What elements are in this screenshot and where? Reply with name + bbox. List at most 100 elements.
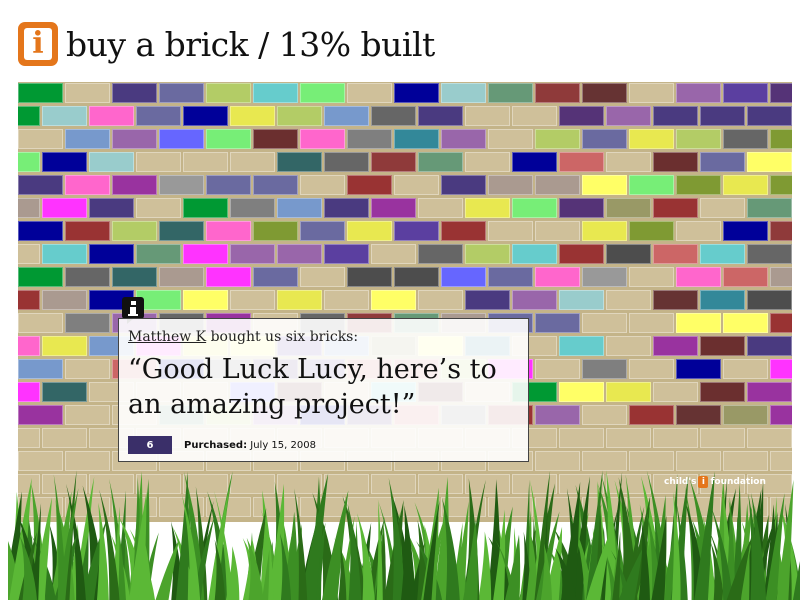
brick[interactable] [18, 175, 63, 195]
brick[interactable] [535, 359, 580, 379]
brick[interactable] [747, 382, 792, 402]
brick[interactable] [347, 83, 392, 103]
brick[interactable] [723, 83, 768, 103]
brick[interactable] [465, 290, 510, 310]
brick[interactable] [582, 129, 627, 149]
brick[interactable] [723, 221, 768, 241]
brick[interactable] [42, 244, 87, 264]
brick[interactable] [18, 313, 63, 333]
brick[interactable] [582, 175, 627, 195]
brick[interactable] [159, 175, 204, 195]
brick[interactable] [676, 313, 721, 333]
brick[interactable] [112, 221, 157, 241]
brick[interactable] [629, 175, 674, 195]
brick[interactable] [770, 175, 792, 195]
brick[interactable] [700, 290, 745, 310]
brick[interactable] [700, 152, 745, 172]
brick[interactable] [371, 106, 416, 126]
brick[interactable] [559, 244, 604, 264]
brick[interactable] [18, 382, 40, 402]
brick[interactable] [42, 336, 87, 356]
brick[interactable] [465, 198, 510, 218]
brick[interactable] [465, 244, 510, 264]
brick[interactable] [559, 290, 604, 310]
brick[interactable] [183, 290, 228, 310]
brick[interactable] [441, 267, 486, 287]
brick[interactable] [89, 106, 134, 126]
brick[interactable] [159, 129, 204, 149]
brick[interactable] [582, 313, 627, 333]
brick[interactable] [535, 451, 580, 471]
brick[interactable] [582, 359, 627, 379]
brick[interactable] [253, 175, 298, 195]
brick[interactable] [653, 428, 698, 448]
brick[interactable] [441, 221, 486, 241]
brick[interactable] [394, 175, 439, 195]
brick[interactable] [747, 428, 792, 448]
brick[interactable] [606, 152, 651, 172]
brick[interactable] [629, 359, 674, 379]
brick[interactable] [18, 359, 63, 379]
brick[interactable] [770, 129, 792, 149]
brick[interactable] [18, 244, 40, 264]
brick[interactable] [18, 290, 40, 310]
brick[interactable] [136, 106, 181, 126]
brick[interactable] [606, 336, 651, 356]
brick[interactable] [136, 198, 181, 218]
brick[interactable] [488, 129, 533, 149]
brick[interactable] [65, 175, 110, 195]
brick[interactable] [324, 244, 369, 264]
brick[interactable] [700, 106, 745, 126]
brick[interactable] [582, 83, 627, 103]
brick[interactable] [723, 451, 768, 471]
brick[interactable] [676, 405, 721, 425]
brick[interactable] [159, 221, 204, 241]
brick[interactable] [770, 267, 792, 287]
brick[interactable] [606, 428, 651, 448]
brick[interactable] [206, 83, 251, 103]
brick[interactable] [65, 221, 110, 241]
brick[interactable] [676, 267, 721, 287]
brick[interactable] [206, 221, 251, 241]
brick[interactable] [300, 175, 345, 195]
brick[interactable] [394, 267, 439, 287]
brick[interactable] [418, 290, 463, 310]
brick[interactable] [42, 382, 87, 402]
brick[interactable] [559, 106, 604, 126]
brick[interactable] [347, 221, 392, 241]
brick[interactable] [371, 244, 416, 264]
brick[interactable] [582, 405, 627, 425]
brick[interactable] [18, 221, 63, 241]
brick[interactable] [18, 106, 40, 126]
brick[interactable] [582, 267, 627, 287]
brick[interactable] [230, 290, 275, 310]
brick[interactable] [747, 336, 792, 356]
brick[interactable] [441, 83, 486, 103]
brick[interactable] [512, 244, 557, 264]
brick[interactable] [230, 106, 275, 126]
brick[interactable] [488, 221, 533, 241]
brick[interactable] [559, 382, 604, 402]
brick[interactable] [371, 152, 416, 172]
brick[interactable] [535, 221, 580, 241]
brick[interactable] [206, 129, 251, 149]
brick[interactable] [253, 83, 298, 103]
brick[interactable] [559, 428, 604, 448]
brick[interactable] [723, 267, 768, 287]
brick[interactable] [700, 428, 745, 448]
brick[interactable] [465, 106, 510, 126]
brick[interactable] [559, 336, 604, 356]
brick[interactable] [18, 267, 63, 287]
brick[interactable] [676, 83, 721, 103]
brick[interactable] [18, 152, 40, 172]
brick[interactable] [606, 198, 651, 218]
brick[interactable] [112, 83, 157, 103]
brick[interactable] [512, 106, 557, 126]
brick[interactable] [394, 83, 439, 103]
brick[interactable] [206, 267, 251, 287]
brick[interactable] [324, 290, 369, 310]
brick[interactable] [230, 152, 275, 172]
brick[interactable] [535, 267, 580, 287]
brick[interactable] [629, 129, 674, 149]
brick[interactable] [65, 405, 110, 425]
